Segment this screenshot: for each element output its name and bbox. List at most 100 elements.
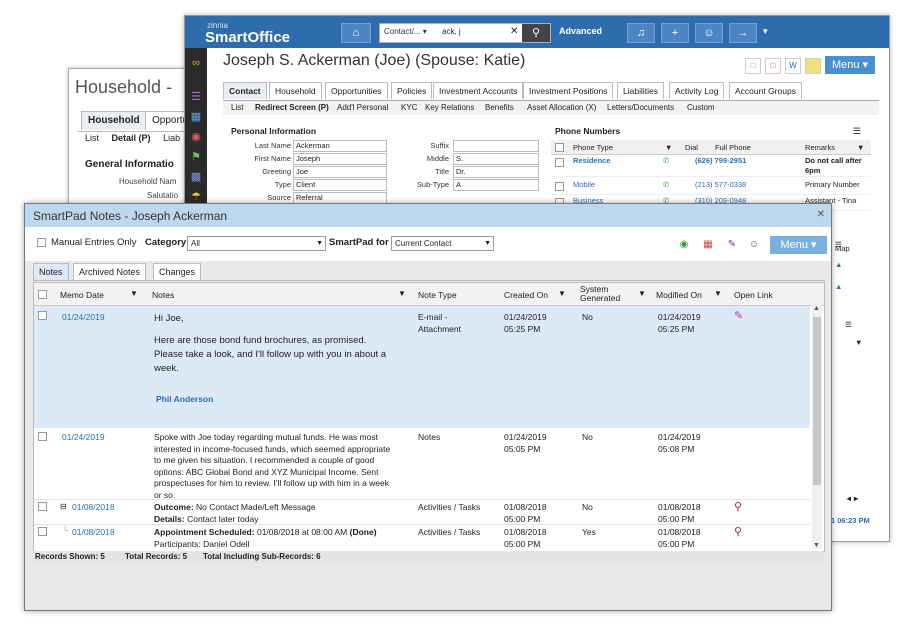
scroll-thumb[interactable]: [813, 317, 821, 485]
phone-dial-icon[interactable]: ✆: [663, 180, 669, 189]
memo-date[interactable]: 01/08/2018: [72, 527, 115, 539]
user-button[interactable]: ☺: [695, 23, 723, 43]
contact-menu-button[interactable]: Menu ▾: [825, 56, 875, 74]
chevron-down-icon[interactable]: ▼: [855, 338, 862, 347]
advanced-search-link[interactable]: Advanced: [559, 26, 602, 36]
collapse-icon[interactable]: ⊟: [60, 501, 67, 513]
subtab-custom[interactable]: Custom: [687, 103, 715, 112]
edit-icon[interactable]: ✎: [725, 238, 739, 252]
sort-icon[interactable]: ▼: [398, 289, 406, 298]
col-open-link[interactable]: Open Link: [734, 290, 773, 300]
tab-contact[interactable]: Contact: [223, 82, 267, 99]
scroll-up-icon[interactable]: ▲: [813, 305, 820, 312]
search-link-icon[interactable]: ⚲: [734, 501, 742, 514]
subtab-kyc[interactable]: KYC: [401, 103, 417, 112]
global-search[interactable]: Contact/... ▾ ack, j ✕ ⚲: [379, 23, 551, 43]
tab-activity-log[interactable]: Activity Log: [669, 82, 725, 99]
full-phone[interactable]: (213) 577-0338: [695, 180, 746, 189]
phone-dial-icon[interactable]: ✆: [663, 156, 669, 165]
subtab-liabilities[interactable]: Liab: [163, 133, 180, 143]
row-checkbox[interactable]: [555, 158, 564, 167]
subtab-addl-personal[interactable]: Add'l Personal: [337, 103, 388, 112]
col-note-type[interactable]: Note Type: [418, 290, 457, 300]
add-button[interactable]: +: [661, 23, 689, 43]
manual-entries-checkbox[interactable]: [37, 238, 46, 247]
tab-household[interactable]: Household: [269, 82, 322, 99]
col-full-phone[interactable]: Full Phone: [715, 143, 751, 152]
subtab-list[interactable]: List: [231, 103, 243, 112]
title-select[interactable]: Dr.: [453, 166, 539, 178]
col-dial[interactable]: Dial: [685, 143, 698, 152]
col-memo-date[interactable]: Memo Date: [60, 290, 104, 300]
type-select[interactable]: Client: [293, 179, 387, 191]
select-all-checkbox[interactable]: [555, 143, 564, 152]
word-icon[interactable]: W: [785, 58, 801, 74]
phone-row[interactable]: Mobile ✆ (213) 577-0338 Primary Number: [551, 178, 871, 195]
tab-archived-notes[interactable]: Archived Notes: [73, 263, 147, 280]
last-name-field[interactable]: Ackerman: [293, 140, 387, 152]
sort-icon[interactable]: ▼: [130, 289, 138, 298]
report-icon[interactable]: □: [765, 58, 781, 74]
phone-type[interactable]: Residence: [573, 156, 611, 165]
tab-liabilities[interactable]: Liabilities: [617, 82, 664, 99]
login-button[interactable]: →: [729, 23, 757, 43]
pdf-icon[interactable]: □: [745, 58, 761, 74]
pager-icon[interactable]: ◄►: [845, 494, 860, 503]
row-checkbox[interactable]: [38, 527, 47, 536]
first-name-field[interactable]: Joseph: [293, 153, 387, 165]
umbrella-icon[interactable]: ☂: [188, 190, 204, 204]
sub-type-select[interactable]: A: [453, 179, 539, 191]
tab-household[interactable]: Household: [81, 111, 147, 130]
row-checkbox[interactable]: [555, 182, 564, 191]
smartpad-for-select[interactable]: Current Contact ▼: [391, 236, 494, 251]
tab-investment-accounts[interactable]: Investment Accounts: [433, 82, 524, 99]
contacts-icon[interactable]: ◉: [188, 130, 204, 144]
map-icon[interactable]: ▲: [835, 282, 842, 291]
row-checkbox[interactable]: [38, 311, 47, 320]
map-icon[interactable]: ▲: [835, 260, 842, 269]
table-row[interactable]: ⊟ 01/08/2018 Outcome: No Contact Made/Le…: [34, 500, 810, 525]
search-input[interactable]: ack, j: [442, 27, 461, 36]
tab-account-groups[interactable]: Account Groups: [729, 82, 802, 99]
phone-type[interactable]: Mobile: [573, 180, 595, 189]
memo-date[interactable]: 01/24/2019: [62, 432, 105, 444]
add-icon[interactable]: ◉: [677, 238, 691, 252]
search-link-icon[interactable]: ⚲: [734, 526, 742, 539]
grid-options-icon[interactable]: ☰: [853, 126, 861, 137]
row-checkbox[interactable]: [38, 432, 47, 441]
note-icon[interactable]: [805, 58, 821, 74]
home-button[interactable]: ⌂: [341, 23, 371, 43]
sort-icon[interactable]: ▼: [638, 289, 646, 298]
row-checkbox[interactable]: [38, 502, 47, 511]
select-all-checkbox[interactable]: [38, 290, 47, 299]
memo-date[interactable]: 01/08/2018: [72, 502, 115, 514]
tab-opportunities[interactable]: Opportunities: [325, 82, 388, 99]
col-notes[interactable]: Notes: [152, 290, 174, 300]
subtab-redirect-screen[interactable]: Redirect Screen (P): [255, 103, 329, 112]
memo-date[interactable]: 01/24/2019: [62, 312, 105, 324]
contact-card-icon[interactable]: ☺: [747, 238, 761, 252]
search-button[interactable]: ⚲: [522, 24, 550, 42]
table-row[interactable]: └ 01/08/2018 Appointment Scheduled: 01/0…: [34, 525, 810, 551]
calendar-icon[interactable]: ▦: [188, 110, 204, 124]
tab-notes[interactable]: Notes: [33, 263, 69, 280]
chevron-down-icon[interactable]: ▾: [763, 26, 768, 37]
search-scope-select[interactable]: Contact/... ▾: [384, 27, 427, 36]
tab-investment-positions[interactable]: Investment Positions: [523, 82, 614, 99]
col-phone-type[interactable]: Phone Type: [573, 143, 613, 152]
middle-field[interactable]: S.: [453, 153, 539, 165]
menu-icon[interactable]: ☰: [188, 90, 204, 104]
table-row[interactable]: 01/24/2019 Hi Joe, Here are those bond f…: [34, 306, 810, 428]
subtab-list[interactable]: List: [85, 133, 99, 143]
col-system-generated[interactable]: System Generated: [580, 285, 630, 303]
grid-options-icon[interactable]: ☰: [845, 320, 852, 329]
tab-changes[interactable]: Changes: [153, 263, 202, 280]
sort-icon[interactable]: ▼: [714, 289, 722, 298]
greeting-field[interactable]: Joe: [293, 166, 387, 178]
full-phone[interactable]: (626) 799-2951: [695, 156, 746, 165]
suffix-select[interactable]: [453, 140, 539, 152]
sort-icon[interactable]: ▼: [665, 143, 672, 152]
phone-row[interactable]: Residence ✆ (626) 799-2951 Do not call a…: [551, 154, 871, 177]
scroll-down-icon[interactable]: ▼: [813, 542, 820, 549]
smartpad-menu-button[interactable]: Menu ▾: [770, 236, 827, 254]
